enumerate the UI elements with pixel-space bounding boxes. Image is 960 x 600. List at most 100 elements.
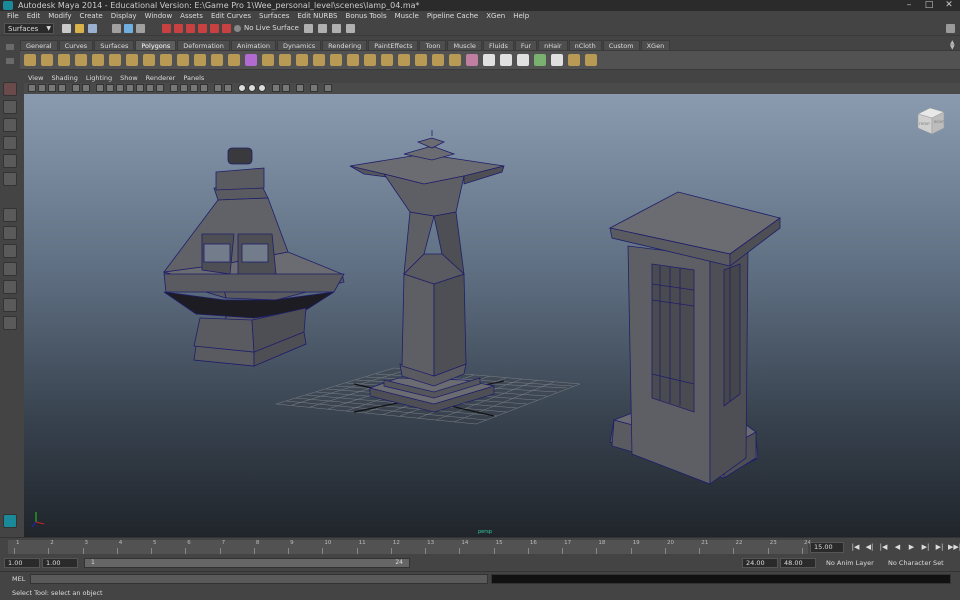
depth-of-field-icon[interactable]	[272, 84, 280, 92]
start-time-field[interactable]: 1.00	[4, 558, 40, 568]
poly-cone-icon[interactable]	[75, 54, 87, 66]
paint-select-tool-icon[interactable]	[3, 118, 17, 132]
combine-icon[interactable]	[211, 54, 223, 66]
menu-bonus-tools[interactable]: Bonus Tools	[342, 11, 391, 22]
select-object-icon[interactable]	[124, 24, 133, 33]
poly-torus-icon[interactable]	[109, 54, 121, 66]
bookmarks-icon[interactable]	[48, 84, 56, 92]
fill-hole-icon[interactable]	[398, 54, 410, 66]
insert-edge-loop-icon[interactable]	[330, 54, 342, 66]
command-input[interactable]	[30, 574, 488, 584]
tab-painteffects[interactable]: PaintEffects	[368, 40, 419, 50]
append-polygon-icon[interactable]	[296, 54, 308, 66]
character-set-dropdown[interactable]: No Character Set	[888, 558, 944, 568]
isolate-select-icon[interactable]	[282, 84, 290, 92]
spherical-mapping-icon[interactable]	[517, 54, 529, 66]
smooth-shade-icon[interactable]	[156, 84, 164, 92]
menu-window[interactable]: Window	[141, 11, 177, 22]
poly-prism-icon[interactable]	[126, 54, 138, 66]
menu-edit-nurbs[interactable]: Edit NURBS	[293, 11, 341, 22]
grid-toggle-icon[interactable]	[72, 84, 80, 92]
poly-soccer-ball-icon[interactable]	[194, 54, 206, 66]
wireframe-icon[interactable]	[146, 84, 154, 92]
panel-menu-renderer[interactable]: Renderer	[142, 73, 180, 83]
film-gate-icon[interactable]	[82, 84, 90, 92]
uv-texture-editor-icon[interactable]	[551, 54, 563, 66]
menu-xgen[interactable]: XGen	[482, 11, 509, 22]
poly-helix-icon[interactable]	[177, 54, 189, 66]
shelf-menu-handle[interactable]	[0, 40, 20, 70]
menu-display[interactable]: Display	[107, 11, 141, 22]
move-tool-icon[interactable]	[3, 136, 17, 150]
mirror-geometry-icon[interactable]	[449, 54, 461, 66]
separate-icon[interactable]	[228, 54, 240, 66]
sculpt-icon[interactable]	[466, 54, 478, 66]
snap-curve-icon[interactable]	[174, 24, 183, 33]
menu-pipeline-cache[interactable]: Pipeline Cache	[423, 11, 482, 22]
camera-attributes-icon[interactable]	[38, 84, 46, 92]
play-forwards-button[interactable]: ▶	[906, 542, 917, 553]
rotate-tool-icon[interactable]	[3, 154, 17, 168]
motion-blur-icon[interactable]	[248, 84, 256, 92]
minimize-icon[interactable]: –	[902, 0, 916, 11]
checker-icon[interactable]	[568, 54, 580, 66]
bevel-icon[interactable]	[364, 54, 376, 66]
panel-toggle-icon[interactable]	[946, 24, 955, 33]
single-perspective-layout-icon[interactable]	[3, 208, 17, 222]
playback-start-field[interactable]: 1.00	[42, 558, 78, 568]
go-to-start-button[interactable]: |◀	[850, 542, 861, 553]
tab-curves[interactable]: Curves	[58, 40, 94, 50]
tab-surfaces[interactable]: Surfaces	[94, 40, 135, 50]
panel-menu-view[interactable]: View	[24, 73, 47, 83]
hypershade-layout-icon[interactable]	[3, 280, 17, 294]
poly-cylinder-icon[interactable]	[58, 54, 70, 66]
gate-mask-icon[interactable]	[106, 84, 114, 92]
anti-alias-icon[interactable]	[258, 84, 266, 92]
tab-ncloth[interactable]: nCloth	[568, 40, 602, 50]
select-hierarchy-icon[interactable]	[112, 24, 121, 33]
anim-layer-dropdown[interactable]: No Anim Layer	[826, 558, 874, 568]
select-camera-icon[interactable]	[28, 84, 36, 92]
tab-toon[interactable]: Toon	[419, 40, 447, 50]
view-cube[interactable]: FRONT RIGHT	[916, 106, 946, 136]
tab-deformation[interactable]: Deformation	[177, 40, 230, 50]
menu-modify[interactable]: Modify	[44, 11, 75, 22]
community-icon[interactable]	[3, 514, 17, 528]
close-icon[interactable]: ✕	[942, 0, 956, 11]
new-scene-icon[interactable]	[62, 24, 71, 33]
step-forward-frame-button[interactable]: ▶|	[934, 542, 945, 553]
merge-icon[interactable]	[381, 54, 393, 66]
menu-help[interactable]: Help	[509, 11, 533, 22]
perspective-outliner-layout-icon[interactable]	[3, 244, 17, 258]
select-tool-icon[interactable]	[3, 82, 17, 96]
poly-pyramid-icon[interactable]	[143, 54, 155, 66]
xray-joints-icon[interactable]	[224, 84, 232, 92]
bridge-icon[interactable]	[279, 54, 291, 66]
automatic-mapping-icon[interactable]	[534, 54, 546, 66]
playback-end-field[interactable]: 24.00	[742, 558, 778, 568]
range-slider-bar[interactable]: 1 24	[84, 558, 410, 568]
outliner-layout-icon[interactable]	[3, 298, 17, 312]
time-slider-track[interactable]: 1 2 3 4 5 6 7 8 9 10 11 12 13 14 15 16 17 18 19 20 21 22 23 24	[8, 540, 811, 554]
panel-menu-show[interactable]: Show	[116, 73, 142, 83]
four-view-layout-icon[interactable]	[3, 226, 17, 240]
perspective-viewport[interactable]: FRONT RIGHT persp	[24, 94, 960, 537]
shelf-scroll-arrows[interactable]: ▲ ▼	[950, 40, 958, 51]
panel-menu-shading[interactable]: Shading	[47, 73, 81, 83]
panel-menu-lighting[interactable]: Lighting	[82, 73, 116, 83]
snap-view-plane-icon[interactable]	[198, 24, 207, 33]
resolution-gate-icon[interactable]	[96, 84, 104, 92]
tab-dynamics[interactable]: Dynamics	[277, 40, 322, 50]
play-backwards-button[interactable]: ◀	[892, 542, 903, 553]
tab-nhair[interactable]: nHair	[538, 40, 568, 50]
tab-polygons[interactable]: Polygons	[135, 40, 177, 50]
poly-plane-icon[interactable]	[92, 54, 104, 66]
unfold-uvs-icon[interactable]	[585, 54, 597, 66]
poly-cube-icon[interactable]	[41, 54, 53, 66]
image-plane-icon[interactable]	[58, 84, 66, 92]
split-polygon-icon[interactable]	[313, 54, 325, 66]
menu-edit-curves[interactable]: Edit Curves	[207, 11, 255, 22]
step-forward-key-button[interactable]: ▶|	[920, 542, 931, 553]
safe-action-icon[interactable]	[126, 84, 134, 92]
panel-menu-panels[interactable]: Panels	[179, 73, 208, 83]
